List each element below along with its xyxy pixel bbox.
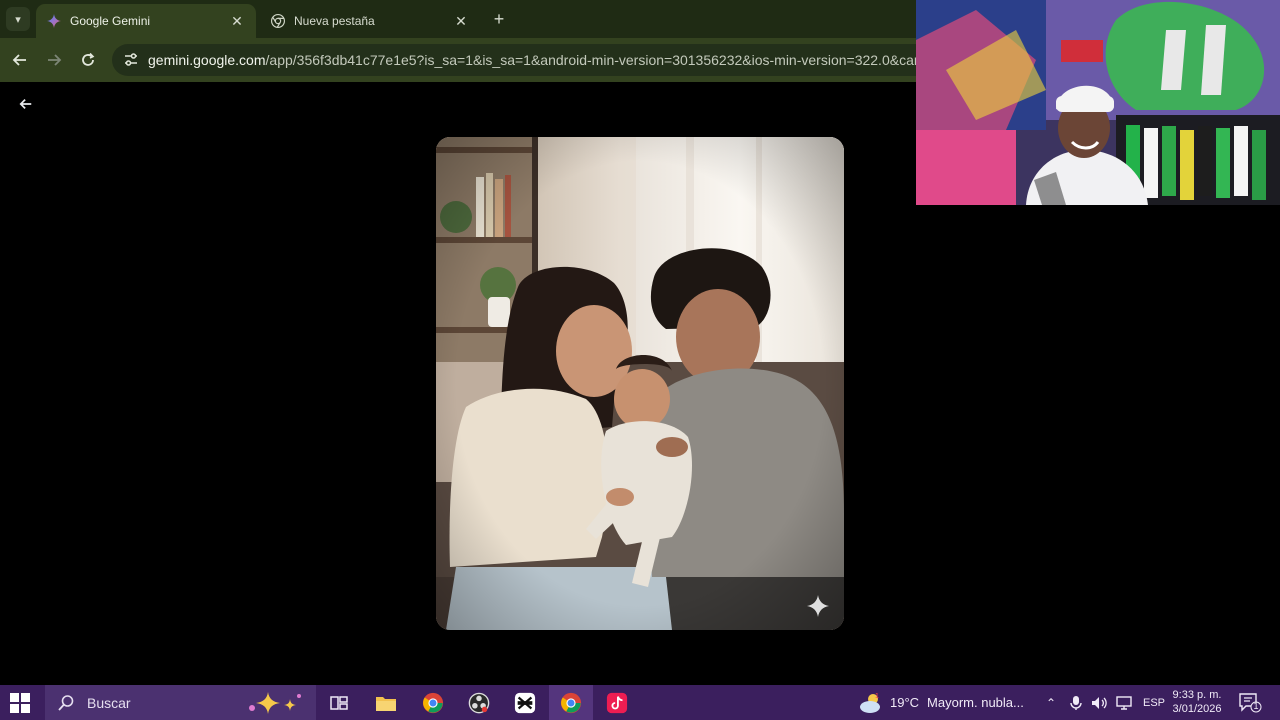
- chrome-icon: [270, 13, 286, 29]
- arrow-right-icon: [48, 54, 62, 66]
- speaker-volume-icon[interactable]: [1091, 695, 1109, 711]
- chevron-down-icon: ▾: [15, 13, 21, 26]
- tab-title: Google Gemini: [70, 14, 151, 28]
- capcut-icon[interactable]: [512, 690, 538, 716]
- arrow-left-icon: [12, 54, 26, 66]
- site-settings-icon[interactable]: [122, 51, 140, 69]
- task-view-icon[interactable]: [326, 690, 352, 716]
- search-icon: [58, 694, 74, 711]
- url-text: gemini.google.com/app/356f3db41c77e1e5?i…: [148, 52, 960, 68]
- gemini-icon: [46, 13, 62, 29]
- generated-image[interactable]: [436, 137, 844, 630]
- copilot-sparkles-icon: [249, 692, 301, 714]
- weather-widget[interactable]: 1 19°C Mayorm. nubla...: [858, 685, 1024, 720]
- input-language-indicator[interactable]: ESP: [1143, 697, 1165, 709]
- reload-button[interactable]: [76, 48, 100, 72]
- windows-start-icon[interactable]: [10, 693, 30, 713]
- weather-temperature: 19°C: [890, 695, 920, 710]
- tab-google-gemini[interactable]: Google Gemini ✕: [36, 4, 256, 38]
- tiktok-icon[interactable]: [604, 690, 630, 716]
- tab-search-menu-button[interactable]: ▾: [6, 7, 30, 31]
- svg-text:1: 1: [875, 693, 879, 700]
- cloudy-weather-icon: 1: [860, 693, 880, 713]
- windows-taskbar: Buscar 1 19°C Mayorm. nubla... ⌃ ESP 9:3…: [0, 685, 1280, 720]
- chrome-profile-taskbar-icon[interactable]: [558, 690, 584, 716]
- close-viewer-button[interactable]: [16, 94, 36, 114]
- obs-studio-icon[interactable]: [466, 690, 492, 716]
- new-tab-button[interactable]: +: [488, 9, 510, 31]
- forward-button[interactable]: [42, 48, 66, 72]
- clock-time: 9:33 p. m.: [1172, 689, 1222, 701]
- notification-count-badge: 1: [1253, 701, 1259, 711]
- notification-center-button[interactable]: 1: [1238, 692, 1262, 714]
- clock-date: 3/01/2026: [1172, 703, 1222, 715]
- arrow-left-icon: [19, 99, 32, 109]
- reload-icon: [82, 52, 95, 66]
- webcam-overlay: [916, 0, 1280, 205]
- chrome-taskbar-icon[interactable]: [420, 690, 446, 716]
- back-button[interactable]: [8, 48, 32, 72]
- taskbar-clock[interactable]: 9:33 p. m. 3/01/2026: [1164, 688, 1230, 716]
- file-explorer-icon[interactable]: [373, 690, 399, 716]
- microphone-icon[interactable]: [1069, 695, 1083, 711]
- streamer-webcam-feed: [916, 0, 1280, 205]
- tab-nueva-pestana[interactable]: Nueva pestaña ✕: [260, 4, 480, 38]
- search-label: Buscar: [87, 694, 131, 711]
- network-icon[interactable]: [1115, 695, 1133, 711]
- family-photo-illustration: [436, 137, 844, 630]
- url-path: /app/356f3db41c77e1e5?is_sa=1&is_sa=1&an…: [265, 52, 960, 68]
- tab-title: Nueva pestaña: [294, 14, 375, 28]
- close-tab-icon[interactable]: ✕: [228, 13, 246, 30]
- system-tray: ⌃ ESP: [1043, 685, 1165, 720]
- url-host: gemini.google.com: [148, 52, 266, 68]
- gemini-sparkle-icon: [807, 595, 829, 617]
- weather-condition: Mayorm. nubla...: [927, 695, 1024, 710]
- close-tab-icon[interactable]: ✕: [452, 13, 470, 30]
- taskbar-search-box[interactable]: Buscar: [45, 685, 316, 720]
- show-hidden-icons-chevron-up-icon[interactable]: ⌃: [1043, 696, 1059, 710]
